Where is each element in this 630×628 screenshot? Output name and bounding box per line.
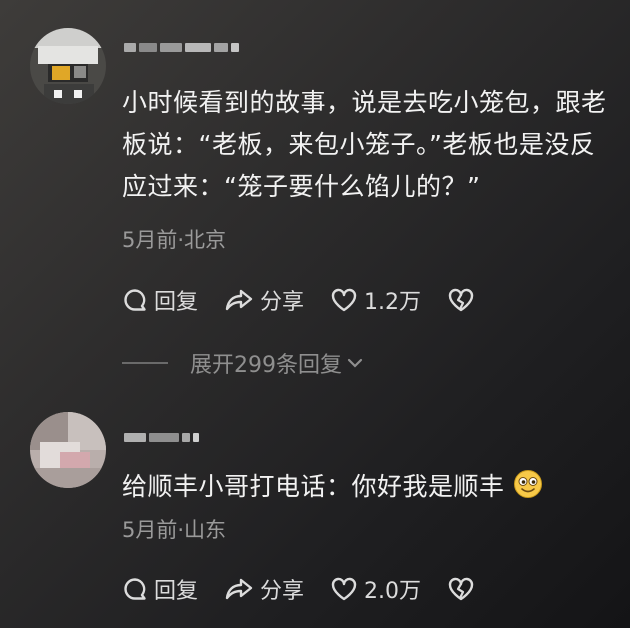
comment-text-content: 给顺丰小哥打电话：你好我是顺丰 xyxy=(122,472,505,501)
reply-label: 回复 xyxy=(154,290,199,315)
dislike-button[interactable] xyxy=(447,576,481,602)
share-arrow-icon xyxy=(225,578,253,600)
heart-icon xyxy=(331,288,357,312)
comment-actions: 回复 分享 2.0万 xyxy=(122,571,507,607)
share-arrow-icon xyxy=(225,289,253,311)
heart-icon xyxy=(331,577,357,601)
divider-line xyxy=(122,362,168,364)
dislike-button[interactable] xyxy=(447,287,481,313)
smiling-face-emoji xyxy=(513,470,542,498)
reply-bubble-icon xyxy=(124,289,146,311)
comment-text: 给顺丰小哥打电话：你好我是顺丰 xyxy=(122,466,620,508)
avatar[interactable] xyxy=(30,28,106,104)
share-label: 分享 xyxy=(260,579,305,604)
broken-heart-icon xyxy=(448,577,474,601)
broken-heart-icon xyxy=(448,288,474,312)
comment-meta: 5月前·山东 xyxy=(122,518,227,542)
chevron-down-icon xyxy=(347,358,363,368)
like-count: 2.0万 xyxy=(364,579,422,604)
reply-bubble-icon xyxy=(124,578,146,600)
share-button[interactable]: 分享 xyxy=(224,284,304,316)
comment-actions: 回复 分享 1.2万 xyxy=(122,282,507,318)
like-count: 1.2万 xyxy=(364,290,422,315)
username[interactable] xyxy=(124,428,199,446)
expand-replies-button[interactable]: 展开299条回复 xyxy=(122,347,364,379)
reply-button[interactable]: 回复 xyxy=(122,284,198,316)
comment-text: 小时候看到的故事，说是去吃小笼包，跟老板说：“老板，来包小笼子。”老板也是没反应… xyxy=(122,88,607,201)
username[interactable] xyxy=(124,38,239,56)
comment-meta: 5月前·北京 xyxy=(122,228,227,252)
like-button[interactable]: 2.0万 xyxy=(330,573,421,605)
expand-replies-label: 展开299条回复 xyxy=(190,353,342,378)
share-label: 分享 xyxy=(260,290,305,315)
like-button[interactable]: 1.2万 xyxy=(330,284,421,316)
reply-label: 回复 xyxy=(154,579,199,604)
share-button[interactable]: 分享 xyxy=(224,573,304,605)
avatar[interactable] xyxy=(30,412,106,488)
reply-button[interactable]: 回复 xyxy=(122,573,198,605)
